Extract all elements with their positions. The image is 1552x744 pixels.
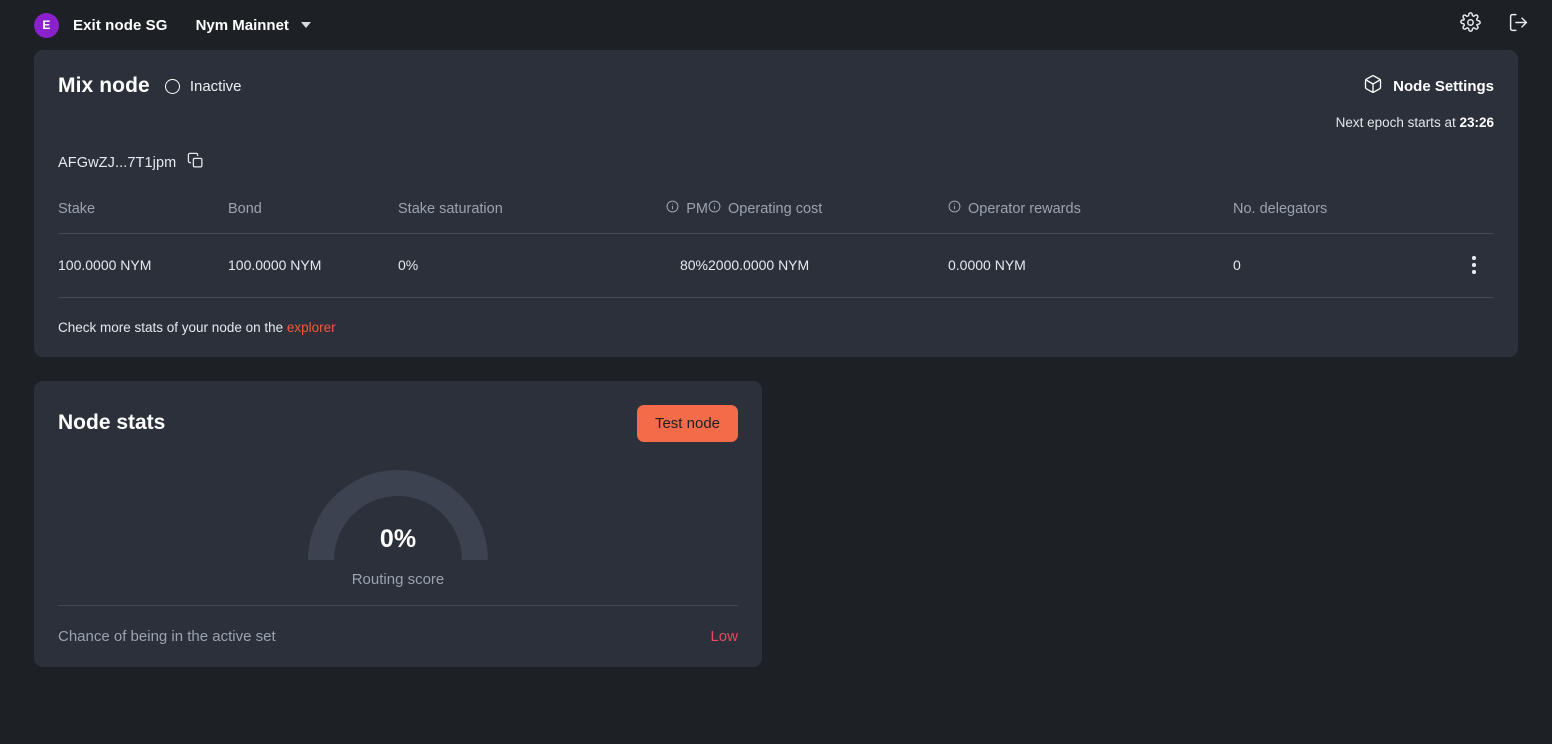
logout-icon bbox=[1508, 12, 1529, 38]
network-selector[interactable]: Nym Mainnet bbox=[196, 17, 311, 34]
node-title-group: Mix node Inactive bbox=[58, 74, 242, 98]
cell-actions bbox=[1454, 233, 1494, 298]
column-header-pm: PM bbox=[613, 200, 708, 234]
node-stats-card: Node stats Test node 0% Routing score Ch… bbox=[34, 380, 762, 667]
stats-divider bbox=[58, 604, 738, 606]
column-header-no-delegators: No. delegators bbox=[1233, 200, 1454, 234]
page-title: Mix node bbox=[58, 74, 150, 97]
node-card: Mix node Inactive Node Settings Next epo… bbox=[34, 50, 1518, 357]
brand-name: Exit node SG bbox=[73, 16, 168, 34]
table-body: 100.0000 NYM 100.0000 NYM 0% 80% 2000.00… bbox=[58, 233, 1494, 298]
brand: E Exit node SG bbox=[34, 12, 168, 38]
explorer-note: Check more stats of your node on the exp… bbox=[58, 320, 1494, 335]
column-header-operator-rewards: Operator rewards bbox=[948, 200, 1233, 234]
cell-stake-saturation: 0% bbox=[398, 233, 613, 298]
empty-circle-icon bbox=[164, 78, 180, 94]
node-card-header-right: Node Settings Next epoch starts at 23:26 bbox=[1336, 74, 1494, 130]
cell-operating-cost: 2000.0000 NYM bbox=[708, 233, 948, 298]
node-stats-table: Stake Bond Stake saturation PM Operating… bbox=[58, 200, 1494, 298]
column-header-no-delegators-label: No. delegators bbox=[1233, 200, 1328, 217]
logout-button[interactable] bbox=[1506, 13, 1530, 37]
table-header-row: Stake Bond Stake saturation PM Operating… bbox=[58, 200, 1494, 234]
cube-icon bbox=[1363, 74, 1383, 99]
node-stats-header: Node stats Test node bbox=[58, 404, 738, 442]
chevron-down-icon bbox=[300, 22, 311, 28]
cell-no-delegators: 0 bbox=[1233, 233, 1454, 298]
top-bar: E Exit node SG Nym Mainnet bbox=[0, 0, 1552, 50]
copy-icon bbox=[187, 152, 204, 174]
kebab-dot bbox=[1472, 270, 1476, 274]
active-set-row: Chance of being in the active set Low bbox=[58, 628, 738, 645]
active-set-value: Low bbox=[710, 627, 738, 645]
topbar-actions bbox=[1458, 12, 1530, 38]
kebab-dot bbox=[1472, 263, 1476, 267]
column-header-pm-label: PM bbox=[686, 200, 708, 217]
routing-score-gauge-wrap: 0% Routing score bbox=[58, 469, 738, 588]
explorer-note-text: Check more stats of your node on the bbox=[58, 319, 284, 335]
explorer-link[interactable]: explorer bbox=[287, 320, 336, 335]
node-card-header: Mix node Inactive Node Settings Next epo… bbox=[58, 74, 1494, 130]
info-icon[interactable] bbox=[948, 200, 961, 217]
test-node-button[interactable]: Test node bbox=[636, 404, 738, 442]
cell-pm: 80% bbox=[613, 233, 708, 298]
column-header-stake-saturation: Stake saturation bbox=[398, 200, 613, 234]
node-identity-row: AFGwZJ...7T1jpm bbox=[58, 152, 1494, 174]
next-epoch-time: 23:26 bbox=[1459, 115, 1494, 130]
cell-bond: 100.0000 NYM bbox=[228, 233, 398, 298]
node-identity-key: AFGwZJ...7T1jpm bbox=[58, 155, 177, 171]
node-stats-title: Node stats bbox=[58, 411, 166, 435]
copy-button[interactable] bbox=[187, 152, 204, 174]
column-header-stake: Stake bbox=[58, 200, 228, 234]
next-epoch-info: Next epoch starts at 23:26 bbox=[1336, 115, 1494, 130]
column-header-operator-rewards-label: Operator rewards bbox=[968, 200, 1081, 217]
status-label: Inactive bbox=[189, 77, 242, 95]
settings-button[interactable] bbox=[1458, 12, 1482, 38]
info-icon[interactable] bbox=[666, 200, 679, 217]
node-settings-label: Node Settings bbox=[1393, 78, 1494, 95]
column-header-operating-cost: Operating cost bbox=[708, 200, 948, 234]
column-header-operating-cost-label: Operating cost bbox=[728, 200, 823, 217]
column-header-stake-saturation-label: Stake saturation bbox=[398, 200, 503, 217]
avatar: E bbox=[34, 12, 59, 38]
active-set-label: Chance of being in the active set bbox=[58, 627, 276, 645]
info-icon[interactable] bbox=[708, 200, 721, 217]
table-header: Stake Bond Stake saturation PM Operating… bbox=[58, 200, 1494, 234]
node-settings-button[interactable]: Node Settings bbox=[1363, 74, 1494, 99]
column-header-bond-label: Bond bbox=[228, 200, 262, 217]
page-content: Mix node Inactive Node Settings Next epo… bbox=[0, 50, 1552, 667]
gear-icon bbox=[1459, 12, 1481, 38]
column-header-bond: Bond bbox=[228, 200, 398, 234]
network-name: Nym Mainnet bbox=[195, 16, 289, 34]
table-row: 100.0000 NYM 100.0000 NYM 0% 80% 2000.00… bbox=[58, 233, 1494, 298]
cell-stake: 100.0000 NYM bbox=[58, 233, 228, 298]
column-header-actions bbox=[1454, 200, 1494, 234]
status-badge: Inactive bbox=[164, 77, 242, 95]
routing-score-caption: Routing score bbox=[351, 570, 445, 588]
column-header-stake-label: Stake bbox=[58, 200, 96, 217]
routing-score-gauge: 0% bbox=[308, 469, 488, 560]
cell-operator-rewards: 0.0000 NYM bbox=[948, 233, 1233, 298]
routing-score-value: 0% bbox=[379, 524, 417, 553]
kebab-dot bbox=[1472, 256, 1476, 260]
next-epoch-prefix: Next epoch starts at bbox=[1335, 115, 1456, 130]
kebab-menu-icon[interactable] bbox=[1454, 252, 1494, 278]
